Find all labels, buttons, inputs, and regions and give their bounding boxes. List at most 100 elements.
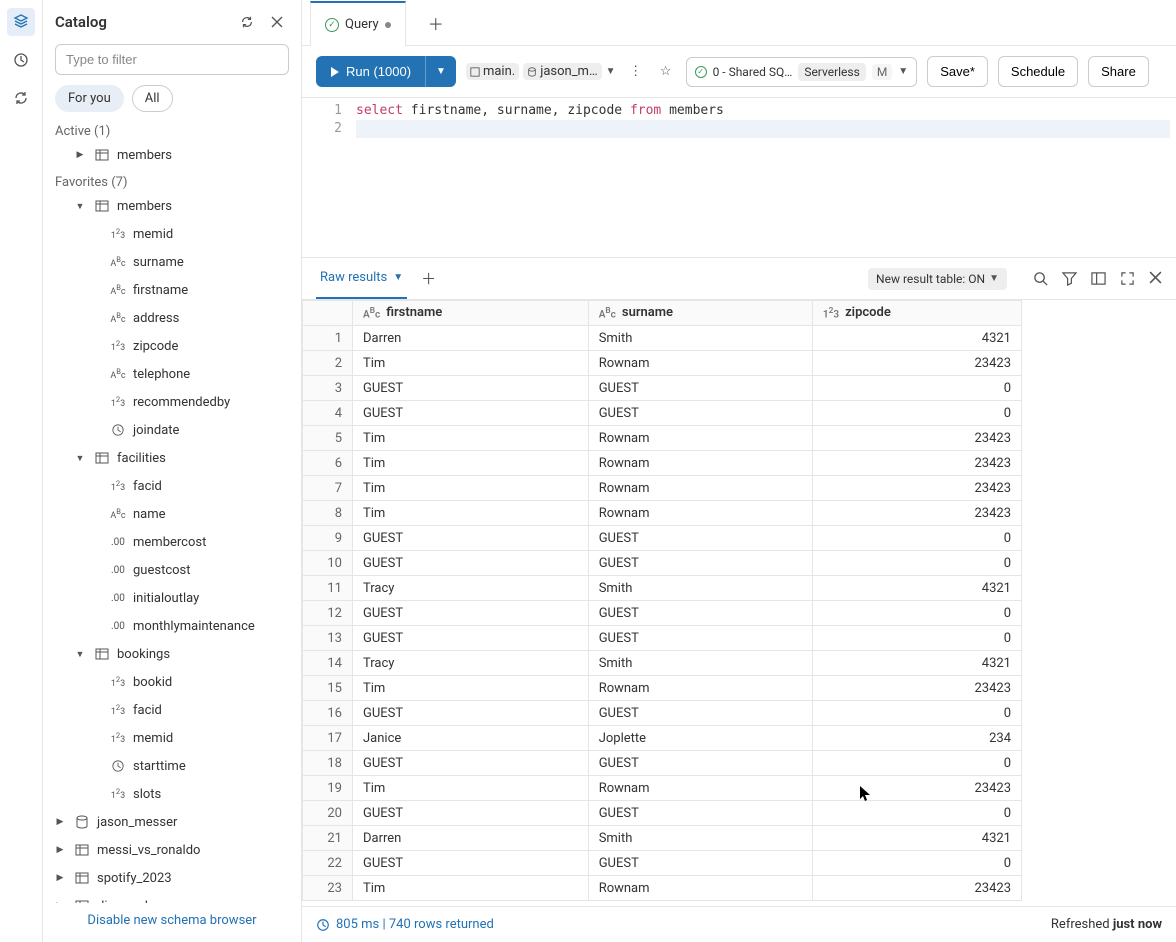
- sidebar-refresh-button[interactable]: [235, 10, 259, 34]
- col-header-surname[interactable]: ABcsurname: [588, 301, 812, 326]
- table-row[interactable]: 1DarrenSmith4321: [303, 326, 1022, 351]
- tree-col-address[interactable]: ABcaddress: [43, 304, 301, 332]
- rail-history-button[interactable]: [7, 46, 35, 74]
- table-row[interactable]: 7TimRownam23423: [303, 476, 1022, 501]
- schedule-button[interactable]: Schedule: [998, 56, 1078, 87]
- tree-item-diamonds[interactable]: ▶diamonds: [43, 892, 301, 903]
- crumb-database: main.: [466, 63, 519, 80]
- result-table-toggle[interactable]: New result table: ON ▼: [868, 268, 1007, 290]
- tree-table-facilities[interactable]: ▼facilities: [43, 444, 301, 472]
- sql-editor[interactable]: 12 select firstname, surname, zipcode fr…: [302, 98, 1176, 258]
- table-row[interactable]: 6TimRownam23423: [303, 451, 1022, 476]
- table-row[interactable]: 9GUESTGUEST0: [303, 526, 1022, 551]
- table-row[interactable]: 17JaniceJoplette234: [303, 726, 1022, 751]
- clock-icon: [316, 918, 330, 932]
- tree-col-starttime[interactable]: starttime: [43, 752, 301, 780]
- table-row[interactable]: 22GUESTGUEST0: [303, 851, 1022, 876]
- table-row[interactable]: 14TracySmith4321: [303, 651, 1022, 676]
- table-row[interactable]: 10GUESTGUEST0: [303, 551, 1022, 576]
- results-grid[interactable]: ABcfirstnameABcsurname123zipcode1DarrenS…: [302, 300, 1176, 906]
- pill-for-you[interactable]: For you: [55, 85, 124, 112]
- table-row[interactable]: 8TimRownam23423: [303, 501, 1022, 526]
- col-header-firstname[interactable]: ABcfirstname: [353, 301, 589, 326]
- tree-col-name[interactable]: ABcname: [43, 500, 301, 528]
- section-favorites: Favorites (7): [43, 169, 301, 192]
- tree-col-initialoutlay[interactable]: .00initialoutlay: [43, 584, 301, 612]
- tree-col-bookid[interactable]: 123bookid: [43, 668, 301, 696]
- tree-table-bookings[interactable]: ▼bookings: [43, 640, 301, 668]
- unsaved-dot-icon: [385, 22, 391, 28]
- tree-item-jason_messer[interactable]: ▶jason_messer: [43, 808, 301, 836]
- col-rownum[interactable]: [303, 301, 353, 326]
- tree-col-facid[interactable]: 123facid: [43, 472, 301, 500]
- sidebar-close-button[interactable]: [265, 10, 289, 34]
- pill-all[interactable]: All: [132, 85, 173, 112]
- table-row[interactable]: 23TimRownam23423: [303, 876, 1022, 901]
- table-row[interactable]: 19TimRownam23423: [303, 776, 1022, 801]
- tree-col-slots[interactable]: 123slots: [43, 780, 301, 808]
- table-row[interactable]: 2TimRownam23423: [303, 351, 1022, 376]
- catalog-filter-input[interactable]: [55, 44, 289, 75]
- main-area: ✓ Query ＋ Run (1000) ▼ main. jason_m… ▼ …: [302, 0, 1176, 942]
- tree-col-guestcost[interactable]: .00guestcost: [43, 556, 301, 584]
- search-results-button[interactable]: [1033, 271, 1048, 286]
- new-tab-button[interactable]: ＋: [420, 11, 452, 35]
- table-row[interactable]: 12GUESTGUEST0: [303, 601, 1022, 626]
- star-button[interactable]: ☆: [656, 64, 676, 79]
- close-icon: [1149, 271, 1162, 284]
- disable-schema-browser-link[interactable]: Disable new schema browser: [43, 903, 301, 942]
- share-button[interactable]: Share: [1088, 56, 1149, 87]
- catalog-icon: [13, 14, 29, 30]
- tree-col-joindate[interactable]: joindate: [43, 416, 301, 444]
- tab-query[interactable]: ✓ Query: [310, 1, 406, 46]
- tree-col-recommendedby[interactable]: 123recommendedby: [43, 388, 301, 416]
- serverless-chip: Serverless: [798, 63, 866, 81]
- database-icon: [470, 67, 480, 77]
- table-row[interactable]: 20GUESTGUEST0: [303, 801, 1022, 826]
- schema-crumbs[interactable]: main. jason_m… ▼: [466, 63, 616, 80]
- save-button[interactable]: Save*: [927, 56, 988, 87]
- table-row[interactable]: 18GUESTGUEST0: [303, 751, 1022, 776]
- cluster-selector[interactable]: ✓ 0 - Shared SQ… Serverless M ▼: [686, 57, 918, 87]
- table-row[interactable]: 15TimRownam23423: [303, 676, 1022, 701]
- tree-col-zipcode[interactable]: 123zipcode: [43, 332, 301, 360]
- results-tab-raw[interactable]: Raw results ▼: [316, 258, 407, 299]
- tree-active-members[interactable]: ▶members: [43, 141, 301, 169]
- table-row[interactable]: 13GUESTGUEST0: [303, 626, 1022, 651]
- tree-col-facid[interactable]: 123facid: [43, 696, 301, 724]
- close-results-button[interactable]: [1149, 271, 1162, 286]
- table-row[interactable]: 3GUESTGUEST0: [303, 376, 1022, 401]
- col-header-zipcode[interactable]: 123zipcode: [812, 301, 1021, 326]
- table-row[interactable]: 4GUESTGUEST0: [303, 401, 1022, 426]
- rail-refresh-button[interactable]: [7, 84, 35, 112]
- editor-tabs: ✓ Query ＋: [302, 0, 1176, 46]
- tree-table-members[interactable]: ▼members: [43, 192, 301, 220]
- table-row[interactable]: 11TracySmith4321: [303, 576, 1022, 601]
- tree-col-monthlymaintenance[interactable]: .00monthlymaintenance: [43, 612, 301, 640]
- tree-col-surname[interactable]: ABcsurname: [43, 248, 301, 276]
- size-chip: M: [872, 64, 892, 80]
- run-button[interactable]: Run (1000): [316, 56, 425, 87]
- editor-toolbar: Run (1000) ▼ main. jason_m… ▼ ⋮ ☆ ✓ 0 - …: [302, 46, 1176, 98]
- add-result-tab-button[interactable]: ＋: [421, 268, 436, 289]
- table-row[interactable]: 21DarrenSmith4321: [303, 826, 1022, 851]
- fullscreen-button[interactable]: [1120, 271, 1135, 286]
- code-area[interactable]: select firstname, surname, zipcode from …: [350, 98, 1176, 257]
- filter-results-button[interactable]: [1062, 271, 1077, 286]
- table-row[interactable]: 16GUESTGUEST0: [303, 701, 1022, 726]
- tree-col-memid[interactable]: 123memid: [43, 724, 301, 752]
- chevron-down-icon: ▼: [898, 66, 908, 77]
- run-label: Run (1000): [346, 64, 411, 79]
- tree-item-spotify_2023[interactable]: ▶spotify_2023: [43, 864, 301, 892]
- run-options-button[interactable]: ▼: [425, 56, 456, 87]
- tree-col-telephone[interactable]: ABctelephone: [43, 360, 301, 388]
- tree-col-memid[interactable]: 123memid: [43, 220, 301, 248]
- tree-item-messi_vs_ronaldo[interactable]: ▶messi_vs_ronaldo: [43, 836, 301, 864]
- table-row[interactable]: 5TimRownam23423: [303, 426, 1022, 451]
- tree-col-membercost[interactable]: .00membercost: [43, 528, 301, 556]
- rail-catalog-button[interactable]: [7, 8, 35, 36]
- line-gutter: 12: [302, 98, 350, 257]
- tree-col-firstname[interactable]: ABcfirstname: [43, 276, 301, 304]
- kebab-menu-button[interactable]: ⋮: [626, 64, 646, 79]
- panel-toggle-button[interactable]: [1091, 271, 1106, 286]
